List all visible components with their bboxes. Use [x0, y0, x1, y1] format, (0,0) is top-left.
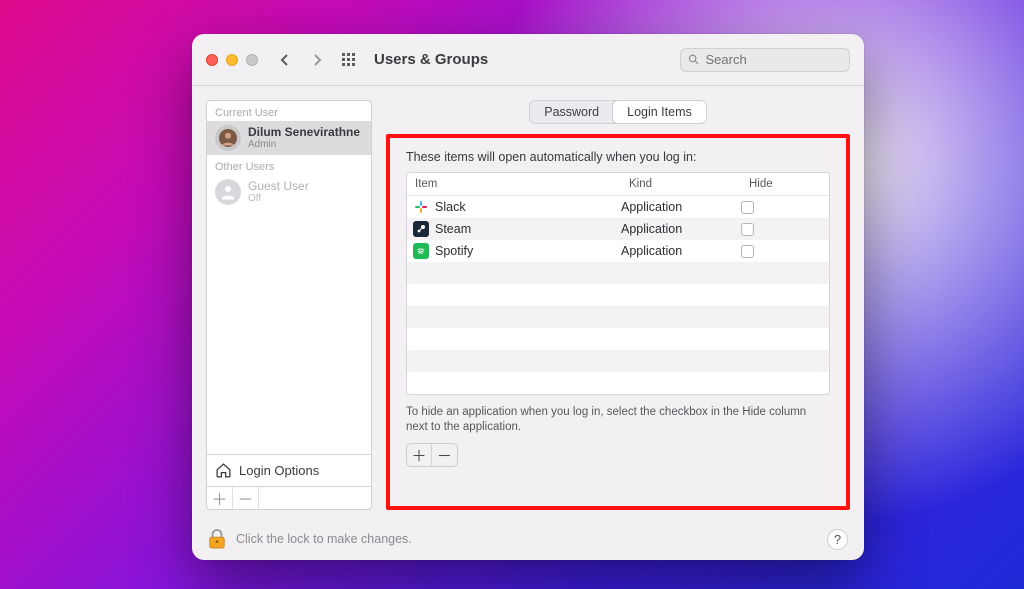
main-panel: Password Login Items These items will op… — [386, 100, 850, 510]
window-title: Users & Groups — [374, 51, 488, 68]
lock-text: Click the lock to make changes. — [236, 532, 412, 546]
spotify-icon — [413, 243, 429, 259]
sidebar-add-remove: ＋ － — [207, 486, 371, 509]
house-icon — [215, 462, 232, 479]
table-row — [407, 372, 829, 394]
footer: Click the lock to make changes. ? — [192, 522, 864, 560]
table-row — [407, 328, 829, 350]
prefs-window: Users & Groups Current User Dilum Senevi… — [192, 34, 864, 560]
hide-checkbox[interactable] — [741, 201, 754, 214]
table-row[interactable]: SpotifyApplication — [407, 240, 829, 262]
close-window-button[interactable] — [206, 54, 218, 66]
hide-checkbox[interactable] — [741, 245, 754, 258]
sidebar-guest-user[interactable]: Guest User Off — [207, 175, 371, 209]
forward-button[interactable] — [306, 49, 328, 71]
minimize-window-button[interactable] — [226, 54, 238, 66]
login-options-label: Login Options — [239, 463, 319, 478]
users-sidebar: Current User Dilum Senevirathne Admin Ot… — [206, 100, 372, 510]
table-header: Item Kind Hide — [407, 173, 829, 196]
column-item[interactable]: Item — [407, 173, 621, 195]
login-items-panel: These items will open automatically when… — [386, 134, 850, 510]
help-button[interactable]: ? — [827, 529, 848, 550]
item-name: Slack — [435, 200, 621, 214]
sidebar-current-user[interactable]: Dilum Senevirathne Admin — [207, 121, 371, 155]
back-button[interactable] — [274, 49, 296, 71]
login-options-button[interactable]: Login Options — [207, 454, 371, 486]
slack-icon — [413, 199, 429, 215]
remove-login-item-button[interactable]: － — [432, 444, 457, 466]
table-row — [407, 306, 829, 328]
table-row[interactable]: SlackApplication — [407, 196, 829, 218]
guest-user-role: Off — [248, 193, 309, 204]
table-row — [407, 262, 829, 284]
item-name: Spotify — [435, 244, 621, 258]
item-name: Steam — [435, 222, 621, 236]
other-users-label: Other Users — [207, 155, 371, 175]
tab-bar: Password Login Items — [529, 100, 707, 124]
remove-user-button[interactable]: － — [233, 487, 259, 509]
table-row[interactable]: SteamApplication — [407, 218, 829, 240]
search-field[interactable] — [680, 48, 850, 72]
steam-icon — [413, 221, 429, 237]
item-kind: Application — [621, 244, 741, 258]
column-kind[interactable]: Kind — [621, 173, 741, 195]
titlebar: Users & Groups — [192, 34, 864, 86]
login-items-intro: These items will open automatically when… — [406, 150, 830, 164]
traffic-lights — [206, 54, 258, 66]
lock-icon[interactable] — [208, 528, 226, 550]
tab-password[interactable]: Password — [530, 101, 613, 123]
table-row — [407, 350, 829, 372]
add-user-button[interactable]: ＋ — [207, 487, 233, 509]
login-items-add-remove: ＋ － — [406, 443, 458, 467]
item-kind: Application — [621, 200, 741, 214]
current-user-role: Admin — [248, 139, 360, 150]
table-row — [407, 284, 829, 306]
guest-avatar-icon — [215, 179, 241, 205]
tab-login-items[interactable]: Login Items — [613, 101, 706, 123]
add-login-item-button[interactable]: ＋ — [407, 444, 432, 466]
search-input[interactable] — [706, 52, 842, 67]
body: Current User Dilum Senevirathne Admin Ot… — [192, 86, 864, 522]
show-all-button[interactable] — [338, 49, 360, 71]
avatar — [215, 125, 241, 151]
item-kind: Application — [621, 222, 741, 236]
search-icon — [688, 53, 700, 66]
current-user-name: Dilum Senevirathne — [248, 126, 360, 139]
zoom-window-button[interactable] — [246, 54, 258, 66]
hide-checkbox[interactable] — [741, 223, 754, 236]
column-hide[interactable]: Hide — [741, 173, 801, 195]
login-items-table: Item Kind Hide SlackApplicationSteamAppl… — [406, 172, 830, 395]
hide-hint-text: To hide an application when you log in, … — [406, 405, 830, 435]
guest-user-name: Guest User — [248, 180, 309, 193]
current-user-label: Current User — [207, 101, 371, 121]
